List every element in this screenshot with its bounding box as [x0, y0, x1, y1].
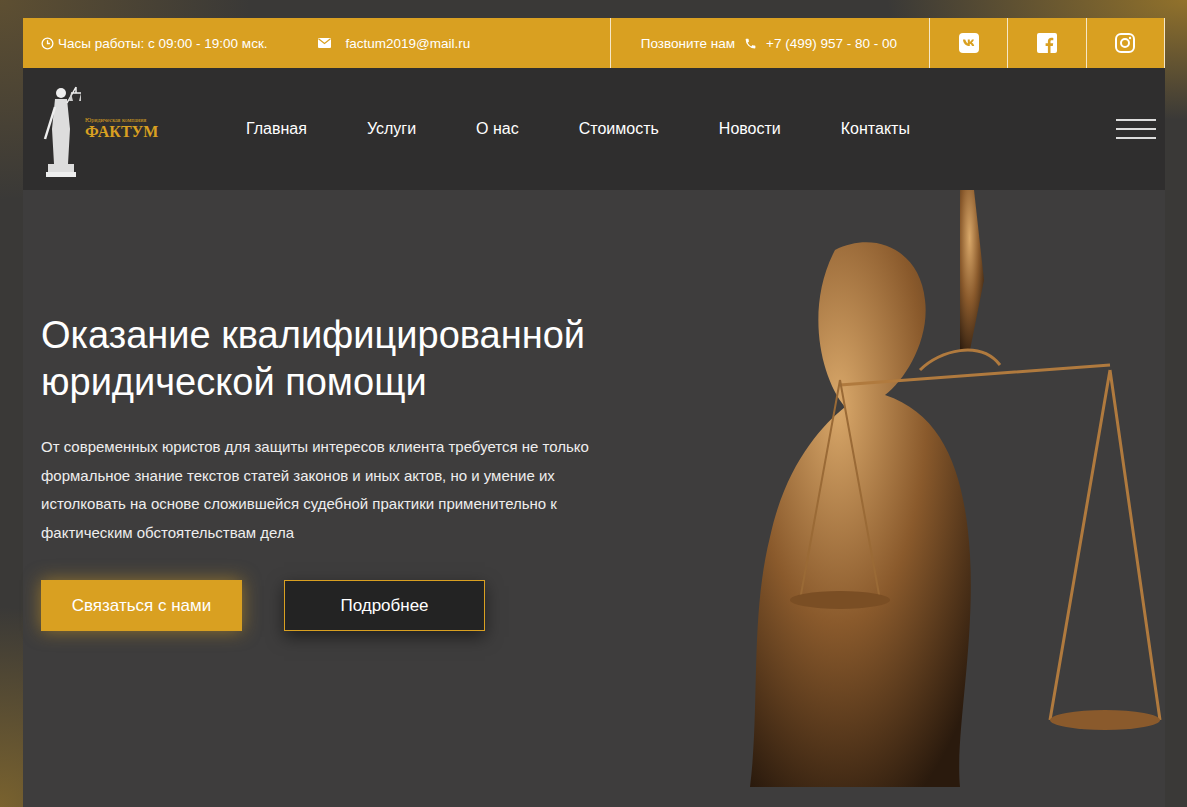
primary-button[interactable]: Связаться с нами	[41, 580, 242, 631]
email[interactable]: factum2019@mail.ru	[318, 36, 471, 51]
contact-info: Часы работы: с 09:00 - 19:00 мск. factum…	[23, 18, 610, 68]
top-bar: Часы работы: с 09:00 - 19:00 мск. factum…	[23, 18, 1165, 68]
hero-title: Оказание квалифицированнойюридической по…	[41, 312, 640, 406]
hamburger-icon	[1116, 118, 1156, 140]
hero-description: От современных юристов для защиты интере…	[41, 433, 626, 547]
facebook-link[interactable]	[1007, 18, 1085, 68]
logo-name: ФАКТУМ	[85, 123, 158, 141]
hero: Оказание квалифицированнойюридической по…	[23, 190, 1165, 807]
hero-buttons: Связаться с нами Подробнее	[41, 580, 640, 631]
menu-item[interactable]: Контакты	[841, 120, 910, 138]
working-hours: Часы работы: с 09:00 - 19:00 мск.	[41, 36, 268, 51]
logo-tagline: Юридическая компания	[85, 117, 158, 123]
page: Часы работы: с 09:00 - 19:00 мск. factum…	[0, 0, 1187, 807]
facebook-icon	[1037, 33, 1057, 53]
vk-link[interactable]	[929, 18, 1007, 68]
envelope-icon	[318, 38, 331, 48]
instagram-icon	[1115, 33, 1135, 53]
menu-item[interactable]: Стоимость	[579, 120, 659, 138]
main-menu: Главная Услуги О нас Стоимость Новости Контак…	[246, 120, 1116, 138]
menu-item[interactable]: Главная	[246, 120, 307, 138]
themis-logo-icon	[41, 79, 81, 179]
menu-item[interactable]: О нас	[476, 120, 519, 138]
vk-icon	[959, 33, 979, 53]
menu-item[interactable]: Новости	[719, 120, 781, 138]
phone-icon	[744, 37, 757, 50]
themis-statue-photo	[640, 190, 1165, 787]
menu-item[interactable]: Услуги	[367, 120, 416, 138]
outline-button[interactable]: Подробнее	[284, 580, 485, 631]
clock-icon	[41, 37, 54, 50]
call-label: Позвоните нам	[641, 36, 735, 51]
hero-content: Оказание квалифицированнойюридической по…	[23, 190, 640, 807]
nav-bar: Юридическая компания ФАКТУМ Главная Услуг…	[23, 68, 1165, 190]
logo[interactable]: Юридическая компания ФАКТУМ	[23, 79, 246, 179]
hamburger-button[interactable]	[1116, 118, 1156, 140]
phone-number: +7 (499) 957 - 80 - 00	[766, 36, 897, 51]
instagram-link[interactable]	[1086, 18, 1165, 68]
phone-block[interactable]: Позвоните нам +7 (499) 957 - 80 - 00	[610, 18, 929, 68]
logo-text: Юридическая компания ФАКТУМ	[85, 117, 158, 141]
site: Часы работы: с 09:00 - 19:00 мск. factum…	[23, 18, 1165, 807]
statue-image-icon	[640, 190, 1165, 787]
